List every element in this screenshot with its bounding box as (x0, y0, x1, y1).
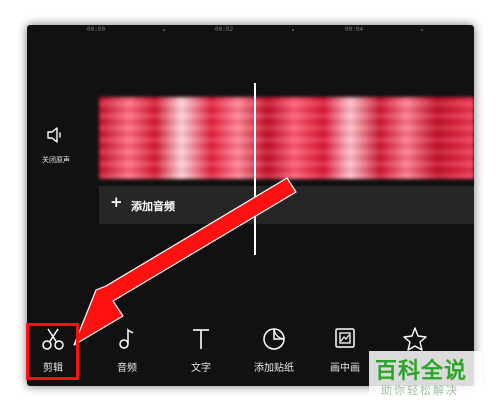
watermark-title: 百科全说 (375, 359, 468, 384)
watermark: 百科全说 助你轻松解决 (369, 351, 482, 401)
watermark-subtitle: 助你轻松解决 (381, 384, 459, 397)
annotation-highlight-box (26, 323, 79, 380)
